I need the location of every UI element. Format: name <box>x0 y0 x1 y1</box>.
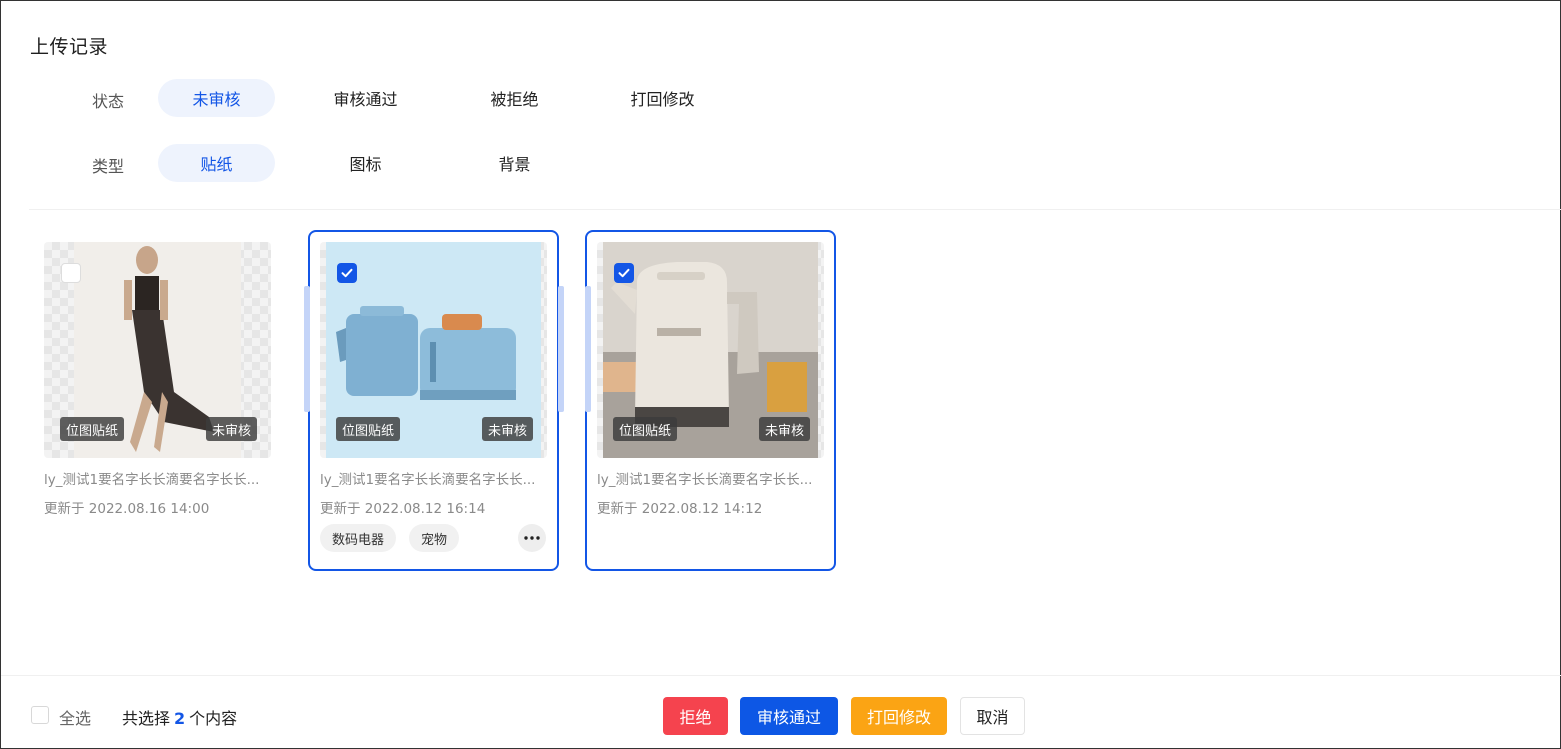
card-name: ly_测试1要名字长长滴要名字长长... <box>320 472 536 488</box>
ellipsis-icon <box>524 536 540 540</box>
selected-count: 2 <box>174 709 186 728</box>
status-option-rejected[interactable]: 被拒绝 <box>456 79 573 117</box>
check-icon <box>341 268 353 278</box>
approve-button[interactable]: 审核通过 <box>740 697 838 735</box>
card-checkbox[interactable] <box>614 263 634 283</box>
drag-handle-right[interactable] <box>558 286 564 412</box>
card-updated-time: 更新于 2022.08.12 16:14 <box>320 501 486 517</box>
selected-count-text: 共选择 2 个内容 <box>122 705 237 729</box>
cancel-button[interactable]: 取消 <box>960 697 1025 735</box>
status-filter: 状态 未审核 审核通过 被拒绝 打回修改 <box>1 79 901 117</box>
status-option-pending[interactable]: 未审核 <box>158 79 275 117</box>
card-name: ly_测试1要名字长长滴要名字长长... <box>597 472 813 488</box>
card-thumbnail: 位图贴纸 未审核 <box>597 242 824 458</box>
card-updated-time: 更新于 2022.08.12 14:12 <box>597 501 763 517</box>
type-option-background[interactable]: 背景 <box>456 144 573 182</box>
footer-divider <box>1 675 1561 676</box>
filter-divider <box>29 209 1561 210</box>
type-option-icon[interactable]: 图标 <box>307 144 424 182</box>
selected-suffix: 个内容 <box>189 709 238 728</box>
record-card[interactable]: 位图贴纸 未审核 ly_测试1要名字长长滴要名字长长... 更新于 2022.0… <box>304 230 564 571</box>
type-tag: 位图贴纸 <box>336 417 401 441</box>
category-chip[interactable]: 数码电器 <box>320 524 397 552</box>
check-icon <box>618 268 630 278</box>
record-card[interactable]: 位图贴纸 未审核 ly_测试1要名字长长滴要名字长长... 更新于 2022.0… <box>32 230 283 571</box>
status-badge: 未审核 <box>205 417 257 441</box>
reject-button[interactable]: 拒绝 <box>663 697 728 735</box>
card-checkbox[interactable] <box>337 263 357 283</box>
status-filter-label: 状态 <box>92 92 125 111</box>
type-tag: 位图贴纸 <box>60 417 125 441</box>
more-options-button[interactable] <box>518 524 546 552</box>
card-name: ly_测试1要名字长长滴要名字长长... <box>44 472 260 488</box>
card-thumbnail: 位图贴纸 未审核 <box>44 242 271 458</box>
status-option-approved[interactable]: 审核通过 <box>307 79 424 117</box>
type-tag: 位图贴纸 <box>613 417 678 441</box>
card-thumbnail: 位图贴纸 未审核 <box>320 242 547 458</box>
type-option-sticker[interactable]: 贴纸 <box>158 144 275 182</box>
drag-handle-left[interactable] <box>585 286 591 412</box>
drag-handle-left[interactable] <box>304 286 310 412</box>
return-for-revision-button[interactable]: 打回修改 <box>851 697 947 735</box>
category-chip[interactable]: 宠物 <box>409 524 460 552</box>
selected-prefix: 共选择 <box>122 709 171 728</box>
record-card[interactable]: 位图贴纸 未审核 ly_测试1要名字长长滴要名字长长... 更新于 2022.0… <box>585 230 836 571</box>
status-badge: 未审核 <box>758 417 810 441</box>
page-title: 上传记录 <box>30 36 109 58</box>
select-all-label[interactable]: 全选 <box>59 705 91 729</box>
card-checkbox[interactable] <box>61 263 81 283</box>
upload-records-page: 上传记录 状态 未审核 审核通过 被拒绝 打回修改 类型 贴纸 图标 背景 位图… <box>0 0 1561 749</box>
status-badge: 未审核 <box>481 417 533 441</box>
type-filter-label: 类型 <box>92 157 125 176</box>
status-option-returned[interactable]: 打回修改 <box>604 79 721 117</box>
select-all-checkbox[interactable] <box>31 706 49 724</box>
card-updated-time: 更新于 2022.08.16 14:00 <box>44 501 210 517</box>
type-filter: 类型 贴纸 图标 背景 <box>1 144 901 182</box>
